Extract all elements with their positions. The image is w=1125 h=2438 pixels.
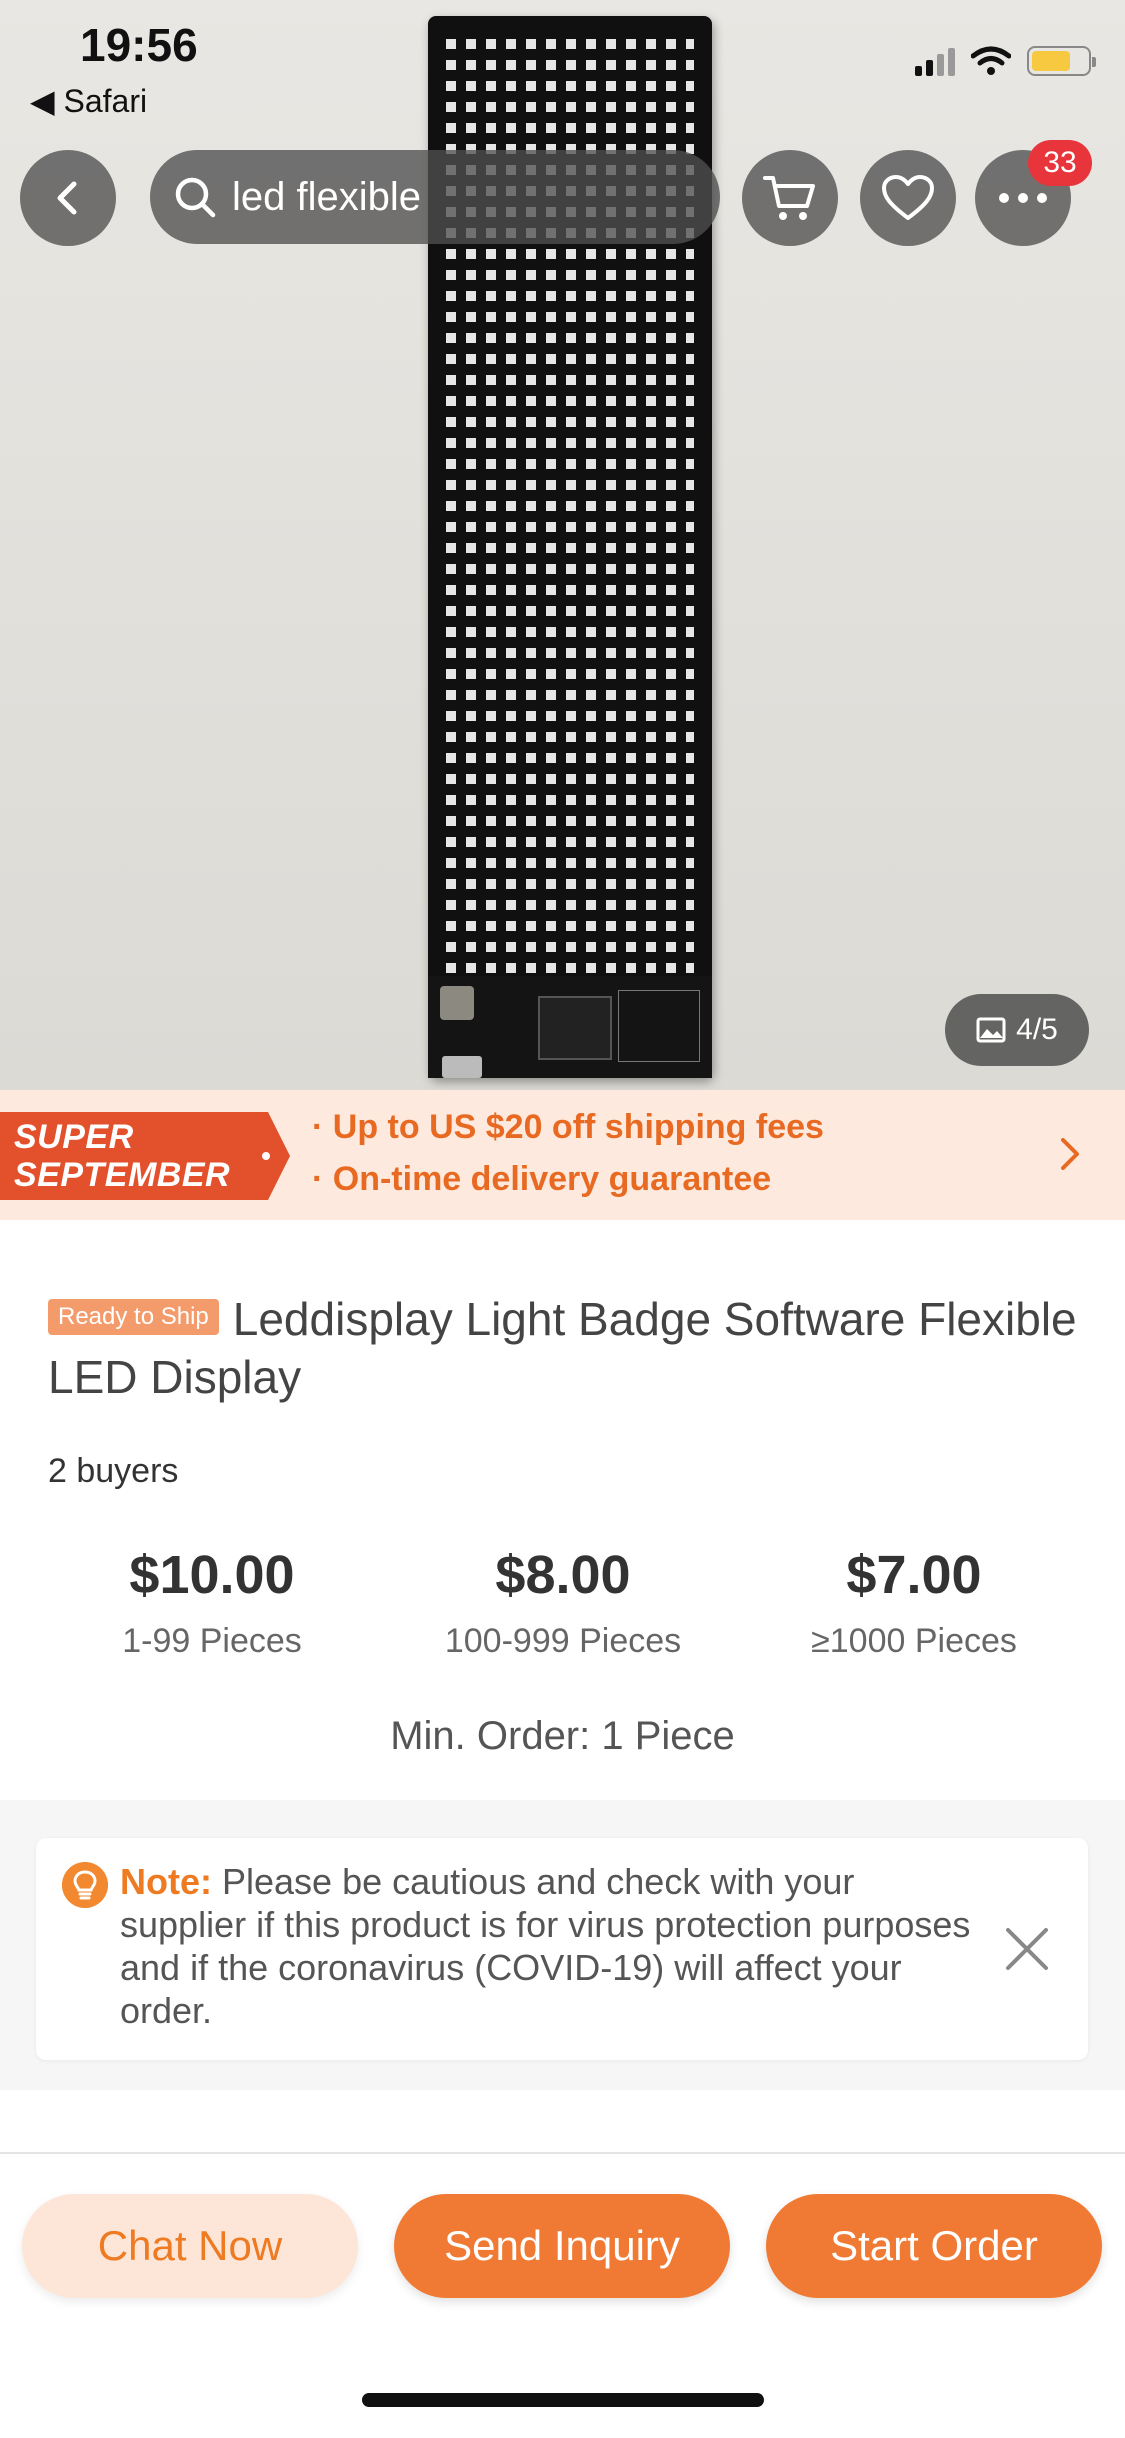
notification-badge: 33 (1028, 140, 1092, 186)
battery-icon (1027, 46, 1096, 76)
wifi-icon (971, 46, 1011, 75)
min-order: Min. Order: 1 Piece (390, 1714, 735, 1758)
lightbulb-icon (62, 1862, 108, 1908)
status-time: 19:56 (80, 19, 198, 71)
more-icon (999, 193, 1047, 203)
tier-price: $7.00 (846, 1545, 982, 1605)
tier-price: $10.00 (129, 1545, 295, 1605)
chat-now-button[interactable]: Chat Now (22, 2194, 358, 2298)
price-tier-2: $8.00 100-999 Pieces (383, 1544, 743, 1661)
tier-quantity: ≥1000 Pieces (811, 1622, 1017, 1660)
image-icon (976, 1017, 1006, 1043)
close-icon[interactable] (1002, 1924, 1052, 1974)
promo-banner[interactable]: SUPER SEPTEMBER · Up to US $20 off shipp… (0, 1090, 1125, 1220)
status-icons (915, 46, 1096, 76)
price-tier-1: $10.00 1-99 Pieces (32, 1544, 392, 1661)
note-label: Note: (120, 1861, 212, 1902)
image-counter-text: 4/5 (1016, 1013, 1058, 1046)
home-indicator[interactable] (362, 2393, 764, 2407)
tier-quantity: 1-99 Pieces (122, 1622, 302, 1660)
promo-logo-line2: SEPTEMBER (14, 1156, 231, 1194)
tier-quantity: 100-999 Pieces (444, 1622, 682, 1660)
ready-to-ship-badge: Ready to Ship (48, 1298, 219, 1335)
note-body: Please be cautious and check with your s… (120, 1861, 971, 2031)
back-to-app[interactable]: ◀ Safari (30, 82, 147, 120)
chevron-right-icon (1061, 1138, 1079, 1170)
tier-price: $8.00 (495, 1545, 631, 1605)
favorite-button[interactable] (860, 150, 956, 246)
price-tier-3: $7.00 ≥1000 Pieces (734, 1544, 1094, 1661)
signal-icon (915, 46, 955, 76)
promo-line-1: · Up to US $20 off shipping fees (312, 1108, 824, 1146)
send-inquiry-button[interactable]: Send Inquiry (394, 2194, 730, 2298)
image-counter[interactable]: 4/5 (945, 994, 1089, 1066)
buyers-count: 2 buyers (48, 1452, 179, 1490)
back-app-label: Safari (63, 83, 148, 119)
covid-note: Note: Please be cautious and check with … (36, 1838, 1088, 2060)
promo-line-2: · On-time delivery guarantee (312, 1160, 772, 1198)
back-arrow-icon (57, 181, 77, 215)
search-query: led flexible (232, 174, 422, 219)
search-icon (175, 177, 216, 218)
cart-icon (763, 176, 815, 220)
promo-logo-line1: SUPER (14, 1118, 134, 1156)
start-order-button[interactable]: Start Order (766, 2194, 1102, 2298)
search-bar[interactable]: led flexible (150, 150, 720, 244)
product-title: Ready to Ship Leddisplay Light Badge Soft… (48, 1290, 1078, 1406)
back-button[interactable] (20, 150, 116, 246)
heart-icon (882, 175, 934, 220)
super-september-logo: SUPER SEPTEMBER (0, 1112, 290, 1200)
cart-button[interactable] (742, 150, 838, 246)
